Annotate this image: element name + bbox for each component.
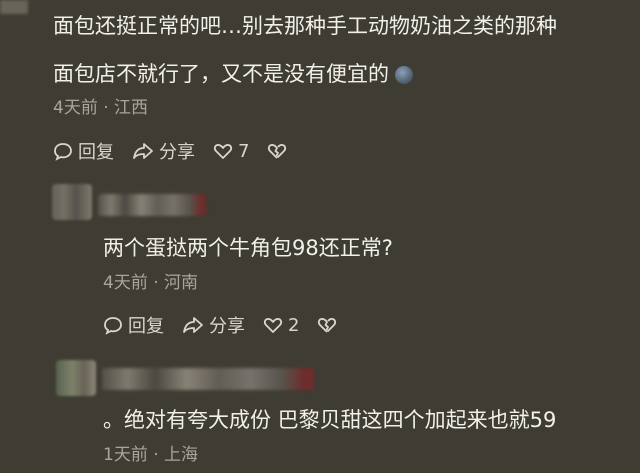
- heart-icon: [213, 144, 233, 159]
- broken-heart-icon: [268, 143, 287, 159]
- like-button[interactable]: 7: [213, 141, 249, 162]
- like-button[interactable]: 2: [263, 315, 299, 336]
- like-count: 2: [288, 314, 300, 336]
- username-blurred[interactable]: [98, 194, 206, 216]
- reply-label: 回复: [78, 142, 114, 163]
- heart-icon: [263, 318, 283, 333]
- comment-text-line1: 面包还挺正常的吧…别去那种手工动物奶油之类的那种: [53, 14, 557, 38]
- comment-meta: 1天前 · 上海: [103, 445, 199, 465]
- share-label: 分享: [159, 142, 195, 163]
- like-count: 7: [238, 140, 250, 162]
- comment-meta: 4天前 · 江西: [53, 98, 149, 118]
- comment-text-line2-wrap: 面包店不就行了，又不是没有便宜的: [53, 54, 413, 94]
- broken-heart-icon: [318, 317, 337, 333]
- comment-meta: 4天前 · 河南: [103, 273, 199, 293]
- username-blurred[interactable]: [102, 368, 314, 390]
- comment-text: 。绝对有夸大成份 巴黎贝甜这四个加起来也就59: [103, 408, 557, 432]
- reply-button[interactable]: 回复: [53, 138, 114, 164]
- comment-text: 两个蛋挞两个牛角包98还正常?: [103, 236, 393, 260]
- comment-text-line2: 面包店不就行了，又不是没有便宜的: [53, 62, 389, 86]
- dislike-button[interactable]: [317, 315, 342, 335]
- avatar[interactable]: [56, 360, 96, 396]
- comment-actions: 回复 分享 2: [103, 312, 360, 338]
- reply-icon: [54, 143, 72, 161]
- emoji-icon: [395, 66, 413, 84]
- comment-actions: 回复 分享 7: [53, 138, 310, 164]
- share-button[interactable]: 分享: [182, 312, 245, 338]
- avatar[interactable]: [52, 184, 92, 220]
- avatar-partial[interactable]: [0, 0, 28, 14]
- dislike-button[interactable]: [267, 141, 292, 161]
- share-button[interactable]: 分享: [132, 138, 195, 164]
- share-label: 分享: [209, 316, 245, 337]
- share-icon: [183, 317, 203, 333]
- reply-icon: [104, 317, 122, 335]
- reply-label: 回复: [128, 316, 164, 337]
- reply-button[interactable]: 回复: [103, 312, 164, 338]
- share-icon: [133, 143, 153, 159]
